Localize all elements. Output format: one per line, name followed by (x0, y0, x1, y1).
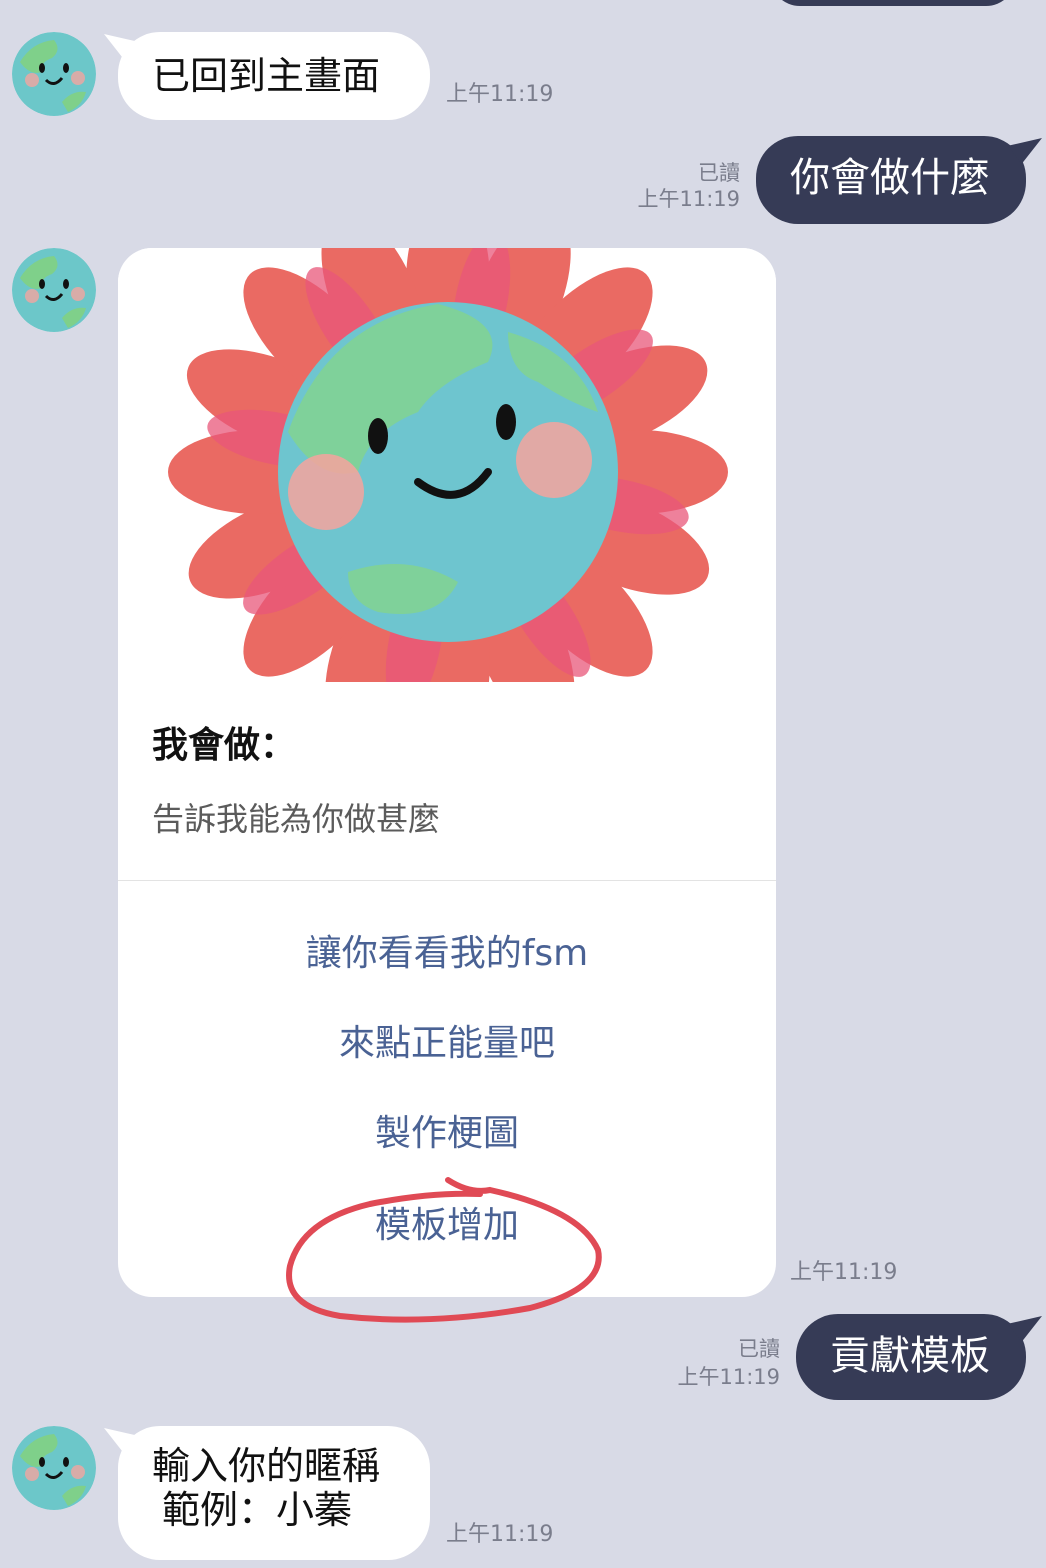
incoming-message-bubble[interactable]: 輸入你的暱稱 範例：小蓁 (118, 1426, 430, 1560)
read-receipt: 已讀 (698, 161, 740, 185)
previous-message-bubble (770, 0, 1016, 6)
action-make-meme[interactable]: 製作梗圖 (118, 1112, 776, 1156)
message-text-line-2: 範例：小蓁 (162, 1488, 353, 1532)
read-receipt: 已讀 (738, 1337, 780, 1361)
bot-avatar[interactable] (12, 248, 96, 332)
action-positive-energy[interactable]: 來點正能量吧 (118, 1022, 776, 1066)
earth-flower-icon (168, 248, 728, 752)
card-description: 告訴我能為你做甚麼 (152, 800, 441, 838)
earth-avatar-icon (12, 32, 96, 116)
outgoing-message-bubble[interactable]: 貢獻模板 (796, 1314, 1026, 1400)
flex-message-card: 我會做： 告訴我能為你做甚麼 讓你看看我的fsm 來點正能量吧 製作梗圖 模板增… (118, 248, 776, 1297)
message-text-line-1: 輸入你的暱稱 (152, 1444, 381, 1488)
message-time: 上午11:19 (446, 82, 554, 107)
message-time: 上午11:19 (446, 1522, 554, 1547)
message-time: 上午11:19 (637, 187, 740, 211)
earth-avatar-icon (12, 1426, 96, 1510)
bot-avatar[interactable] (12, 32, 96, 116)
message-time: 上午11:19 (677, 1365, 780, 1389)
message-text: 你會做什麼 (790, 155, 990, 201)
card-divider (118, 880, 776, 881)
earth-avatar-icon (12, 248, 96, 332)
incoming-message-bubble[interactable]: 已回到主畫面 (118, 32, 430, 120)
hero-image[interactable] (118, 248, 776, 752)
annotation-circle (280, 1170, 610, 1334)
outgoing-message-bubble[interactable]: 你會做什麼 (756, 136, 1026, 224)
message-text: 已回到主畫面 (152, 54, 381, 98)
message-text: 貢獻模板 (830, 1333, 990, 1379)
bot-avatar[interactable] (12, 1426, 96, 1510)
action-show-fsm[interactable]: 讓你看看我的fsm (118, 932, 776, 976)
message-time: 上午11:19 (790, 1260, 898, 1285)
card-title: 我會做： (152, 725, 297, 766)
